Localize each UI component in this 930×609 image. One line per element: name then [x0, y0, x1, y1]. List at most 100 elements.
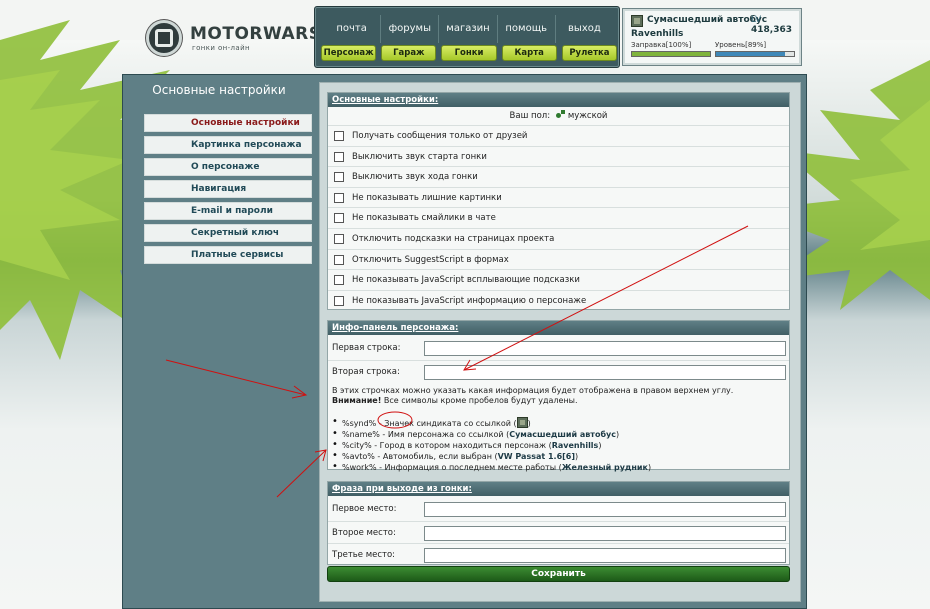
sidebar-item-avatar[interactable]: Картинка персонажа: [144, 136, 312, 154]
hide-extra-images-checkbox[interactable]: [334, 192, 344, 203]
player-name-link[interactable]: Сумасшедший автобус: [647, 15, 767, 25]
list-item: %work% - Информация о последнем месте ра…: [332, 462, 651, 473]
var-after: ): [527, 419, 531, 428]
third-place-row: Третье место:: [328, 543, 789, 565]
second-place-row: Второе место:: [328, 521, 789, 543]
list-item: %city% - Город в котором находиться перс…: [332, 440, 651, 451]
var-code: %synd%: [342, 419, 377, 428]
disable-hints-checkbox[interactable]: [334, 234, 344, 244]
var-text: - Автомобиль, если выбран (: [374, 452, 498, 461]
nav-shop-link[interactable]: магазин: [439, 15, 498, 43]
settings-sidebar: Основные настройки Картинка персонажа О …: [144, 114, 312, 268]
sidebar-item-navigation[interactable]: Навигация: [144, 180, 312, 198]
nav-help-link[interactable]: помощь: [498, 15, 556, 43]
garage-button[interactable]: Гараж: [381, 45, 437, 61]
exit-phrase-box: Фраза при выходе из гонки: Первое место:…: [327, 481, 790, 565]
exit-phrase-header: Фраза при выходе из гонки:: [328, 482, 789, 496]
site-logo[interactable]: MOTORWARS.RU гонки он-лайн: [146, 20, 356, 60]
general-settings-box: Основные настройки: Ваш пол: мужской Пол…: [327, 92, 790, 310]
var-after: ): [615, 430, 620, 439]
info-warning: Внимание! Все символы кроме пробелов буд…: [332, 396, 578, 406]
option-hide-js-tooltips: Не показывать JavaScript всплывающие под…: [328, 269, 789, 290]
option-label: Выключить звук старта гонки: [352, 151, 487, 162]
option-label: Не показывать смайлики в чате: [352, 213, 496, 224]
sidebar-item-secret-key[interactable]: Секретный ключ: [144, 224, 312, 242]
info-line1-row: Первая строка:: [328, 337, 789, 359]
option-label: Отключить SuggestScript в формах: [352, 254, 509, 265]
option-hide-chat-smileys: Не показывать смайлики в чате: [328, 207, 789, 228]
info-panel-box: Инфо-панель персонажа: Первая строка: Вт…: [327, 320, 790, 473]
level-progress-label: Уровень[89%]: [715, 41, 767, 49]
game-nav-buttons: Персонаж Гараж Гонки Карта Рулетка: [321, 45, 618, 63]
sidebar-item-general[interactable]: Основные настройки: [144, 114, 312, 132]
nav-mail-link[interactable]: почта: [323, 15, 382, 43]
option-friends-only-messages: Получать сообщения только от друзей: [328, 125, 789, 146]
sidebar-item-about[interactable]: О персонаже: [144, 158, 312, 176]
level-value: 418,363: [751, 25, 792, 35]
option-mute-race-start: Выключить звук старта гонки: [328, 145, 789, 167]
mute-race-start-checkbox[interactable]: [334, 151, 344, 162]
var-value-link[interactable]: Железный рудник: [562, 463, 648, 472]
races-button[interactable]: Гонки: [441, 45, 497, 61]
disable-suggestscript-checkbox[interactable]: [334, 254, 344, 265]
second-place-label: Второе место:: [332, 528, 396, 538]
gender-row: Ваш пол: мужской: [328, 108, 789, 125]
syndicate-icon[interactable]: [516, 417, 528, 428]
var-after: ): [598, 441, 602, 450]
var-value-link[interactable]: Сумасшедший автобус: [509, 430, 616, 439]
var-text: - Город в котором находиться персонаж (: [371, 441, 552, 450]
list-item: %name% - Имя персонажа со ссылкой (Сумас…: [332, 429, 651, 440]
warning-text: Все символы кроме пробелов будут удалены…: [381, 396, 578, 405]
hide-js-character-info-checkbox[interactable]: [334, 295, 344, 306]
hide-chat-smileys-checkbox[interactable]: [334, 213, 344, 224]
map-button[interactable]: Карта: [501, 45, 557, 61]
option-label: Не показывать JavaScript информацию о пе…: [352, 295, 587, 306]
hide-js-tooltips-checkbox[interactable]: [334, 275, 344, 286]
option-mute-race-progress: Выключить звук хода гонки: [328, 166, 789, 187]
mute-race-progress-checkbox[interactable]: [334, 172, 344, 183]
player-city-link[interactable]: Ravenhills: [631, 29, 683, 39]
option-label: Выключить звук хода гонки: [352, 172, 478, 183]
list-item: %synd% - Значек синдиката со ссылкой (): [332, 417, 651, 429]
var-text: - Значек синдиката со ссылкой (: [376, 419, 517, 428]
var-value-link[interactable]: VW Passat 1.6[6]: [498, 452, 575, 461]
option-label: Не показывать лишние картинки: [352, 192, 502, 203]
info-panel-header: Инфо-панель персонажа:: [328, 321, 789, 335]
level-progress-fill: [716, 52, 786, 56]
save-button[interactable]: Сохранить: [327, 566, 790, 582]
info-line2-label: Вторая строка:: [332, 367, 400, 377]
option-label: Отключить подсказки на страницах проекта: [352, 234, 555, 244]
first-place-label: Первое место:: [332, 504, 397, 514]
general-settings-header: Основные настройки:: [328, 93, 789, 107]
nav-logout-link[interactable]: выход: [556, 15, 613, 43]
syndicate-icon[interactable]: [631, 15, 643, 27]
option-disable-hints: Отключить подсказки на страницах проекта: [328, 228, 789, 249]
logo-tagline: гонки он-лайн: [192, 44, 251, 52]
player-info-panel: Сумасшедший автобус LV 418,363 Ravenhill…: [622, 8, 802, 66]
top-nav-links: почта форумы магазин помощь выход: [323, 15, 613, 43]
nav-forums-link[interactable]: форумы: [381, 15, 440, 43]
second-place-input[interactable]: [424, 526, 786, 541]
var-text: - Имя персонажа со ссылкой (: [379, 430, 510, 439]
var-code: %avto%: [342, 452, 375, 461]
sidebar-item-paid-services[interactable]: Платные сервисы: [144, 246, 312, 264]
list-item: %avto% - Автомобиль, если выбран (VW Pas…: [332, 451, 651, 462]
sidebar-item-email-password[interactable]: E-mail и пароли: [144, 202, 312, 220]
first-place-row: Первое место:: [328, 498, 789, 520]
level-label: LV: [751, 15, 762, 25]
page-title: Основные настройки: [152, 83, 286, 97]
var-value-link[interactable]: Ravenhills: [552, 441, 599, 450]
option-hide-extra-images: Не показывать лишние картинки: [328, 186, 789, 208]
character-button[interactable]: Персонаж: [321, 45, 377, 61]
var-code: %work%: [342, 463, 377, 472]
info-line1-input[interactable]: [424, 341, 786, 356]
roulette-button[interactable]: Рулетка: [561, 45, 618, 61]
first-place-input[interactable]: [424, 502, 786, 517]
third-place-input[interactable]: [424, 548, 786, 563]
option-label: Получать сообщения только от друзей: [352, 131, 528, 141]
friends-only-checkbox[interactable]: [334, 131, 344, 141]
var-code: %name%: [342, 430, 380, 439]
gender-value: мужской: [567, 111, 608, 121]
main-navigation: почта форумы магазин помощь выход Персон…: [314, 6, 620, 68]
info-line2-input[interactable]: [424, 365, 786, 380]
